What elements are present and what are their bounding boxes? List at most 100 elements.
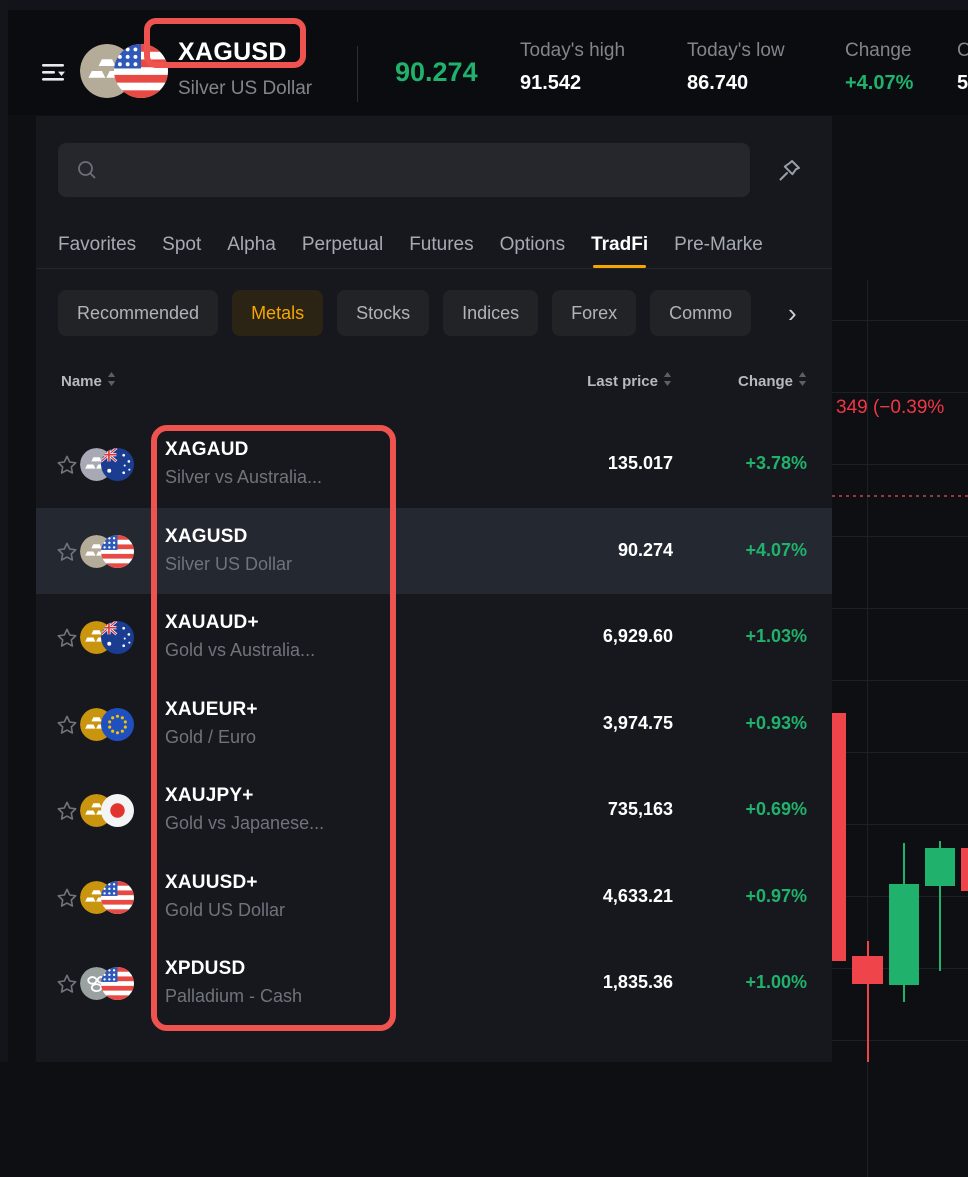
tab-alpha[interactable]: Alpha — [227, 228, 276, 268]
chart-gridline — [832, 824, 968, 825]
tab-perpetual[interactable]: Perpetual — [302, 228, 383, 268]
row-change: +1.00% — [745, 972, 807, 993]
tab-tradfi[interactable]: TradFi — [591, 228, 648, 268]
pin-icon[interactable] — [774, 154, 806, 186]
window-top-strip — [0, 0, 968, 10]
header-stat: Change+4.07% — [845, 40, 913, 95]
row-last-price: 735,163 — [608, 799, 673, 820]
window-left-strip — [0, 0, 8, 1062]
chart-gridline — [832, 608, 968, 609]
search-box[interactable] — [58, 143, 750, 197]
chart-gridline — [832, 536, 968, 537]
row-last-price: 4,633.21 — [603, 886, 673, 907]
row-description: Gold vs Australia... — [165, 640, 315, 661]
chips-scroll-chevron-icon[interactable]: › — [788, 290, 797, 336]
row-description: Gold vs Japanese... — [165, 813, 324, 834]
pair-names: XAUUSD+ Gold US Dollar — [165, 872, 285, 921]
eu-flag-icon — [101, 708, 134, 741]
search-input[interactable] — [110, 143, 734, 199]
favorite-star-icon[interactable] — [56, 887, 78, 909]
tab-spot[interactable]: Spot — [162, 228, 201, 268]
stat-label: Today's high — [520, 40, 625, 62]
table-row[interactable]: XAUEUR+ Gold / Euro 3,974.75 +0.93% — [36, 681, 832, 768]
sort-icon — [107, 372, 116, 390]
chip-indices[interactable]: Indices — [443, 290, 538, 336]
column-change[interactable]: Change — [738, 372, 807, 390]
column-name[interactable]: Name — [61, 372, 116, 390]
chip-forex[interactable]: Forex — [552, 290, 636, 336]
pair-symbol: XAGUSD — [178, 38, 287, 67]
row-change: +0.93% — [745, 713, 807, 734]
header-stat: C5 — [957, 40, 968, 95]
chart-price-label: 349 (−0.39% — [836, 397, 944, 419]
row-change: +1.03% — [745, 626, 807, 647]
tab-pre-marke[interactable]: Pre-Marke — [674, 228, 763, 268]
tab-favorites[interactable]: Favorites — [58, 228, 136, 268]
candle-body — [925, 848, 955, 886]
table-row[interactable]: XPDUSD Palladium - Cash 1,835.36 +1.00% — [36, 940, 832, 1027]
row-symbol: XAUJPY+ — [165, 785, 324, 807]
row-symbol: XAUEUR+ — [165, 699, 258, 721]
column-last-price[interactable]: Last price — [587, 372, 672, 390]
au-flag-icon — [101, 621, 134, 654]
stat-label: Change — [845, 40, 913, 62]
chart-gridline — [832, 392, 968, 393]
us-flag-icon — [101, 881, 134, 914]
pair-name: Silver US Dollar — [178, 78, 312, 100]
instrument-header: XAGUSD Silver US Dollar 90.274 Today's h… — [0, 10, 968, 115]
favorite-star-icon[interactable] — [56, 541, 78, 563]
table-row[interactable]: XAUUSD+ Gold US Dollar 4,633.21 +0.97% — [36, 854, 832, 941]
tab-futures[interactable]: Futures — [409, 228, 473, 268]
stat-value: 91.542 — [520, 72, 625, 95]
table-row[interactable]: XAGAUD Silver vs Australia... 135.017 +3… — [36, 421, 832, 508]
candle-body — [889, 884, 919, 985]
favorite-star-icon[interactable] — [56, 714, 78, 736]
chart-dotted-price-line — [832, 495, 968, 497]
instrument-list-menu-icon[interactable] — [38, 56, 70, 88]
table-header: Name Last price Change — [36, 372, 832, 400]
row-symbol: XAUUSD+ — [165, 872, 285, 894]
chip-stocks[interactable]: Stocks — [337, 290, 429, 336]
pair-names: XAGUSD Silver US Dollar — [165, 526, 292, 575]
favorite-star-icon[interactable] — [56, 627, 78, 649]
chip-commo[interactable]: Commo — [650, 290, 751, 336]
stat-value: 5 — [957, 72, 968, 95]
row-symbol: XAUAUD+ — [165, 612, 315, 634]
pair-names: XAUJPY+ Gold vs Japanese... — [165, 785, 324, 834]
pair-names: XAGAUD Silver vs Australia... — [165, 439, 322, 488]
chip-metals[interactable]: Metals — [232, 290, 323, 336]
chart-gridline — [832, 320, 968, 321]
row-description: Gold US Dollar — [165, 900, 285, 921]
table-row[interactable]: XAGUSD Silver US Dollar 90.274 +4.07% — [36, 508, 832, 595]
sort-icon — [663, 372, 672, 390]
candle-body — [852, 956, 883, 984]
pair-coin-icons — [80, 708, 136, 742]
header-divider — [357, 46, 358, 102]
pair-coin-icons — [80, 535, 136, 569]
chip-recommended[interactable]: Recommended — [58, 290, 218, 336]
row-last-price: 6,929.60 — [603, 626, 673, 647]
chart-gridline — [832, 464, 968, 465]
favorite-star-icon[interactable] — [56, 800, 78, 822]
table-row[interactable]: XAUJPY+ Gold vs Japanese... 735,163 +0.6… — [36, 767, 832, 854]
row-symbol: XPDUSD — [165, 958, 302, 980]
us-flag-icon — [101, 967, 134, 1000]
candle-body — [961, 848, 968, 891]
tabs-divider — [36, 268, 832, 269]
category-chips: Recommended Metals Stocks Indices Forex Commo — [58, 290, 832, 336]
pair-coin-icons — [80, 794, 136, 828]
search-icon — [76, 159, 98, 181]
tab-options[interactable]: Options — [500, 228, 565, 268]
favorite-star-icon[interactable] — [56, 973, 78, 995]
header-last-price: 90.274 — [395, 57, 478, 88]
chart-gridline — [832, 752, 968, 753]
stat-value: 86.740 — [687, 72, 785, 95]
header-stat: Today's low86.740 — [687, 40, 785, 95]
pair-names: XAUEUR+ Gold / Euro — [165, 699, 258, 748]
pair-coin-icons — [80, 44, 168, 100]
row-symbol: XAGAUD — [165, 439, 322, 461]
row-description: Silver US Dollar — [165, 554, 292, 575]
row-change: +0.69% — [745, 799, 807, 820]
favorite-star-icon[interactable] — [56, 454, 78, 476]
table-row[interactable]: XAUAUD+ Gold vs Australia... 6,929.60 +1… — [36, 594, 832, 681]
